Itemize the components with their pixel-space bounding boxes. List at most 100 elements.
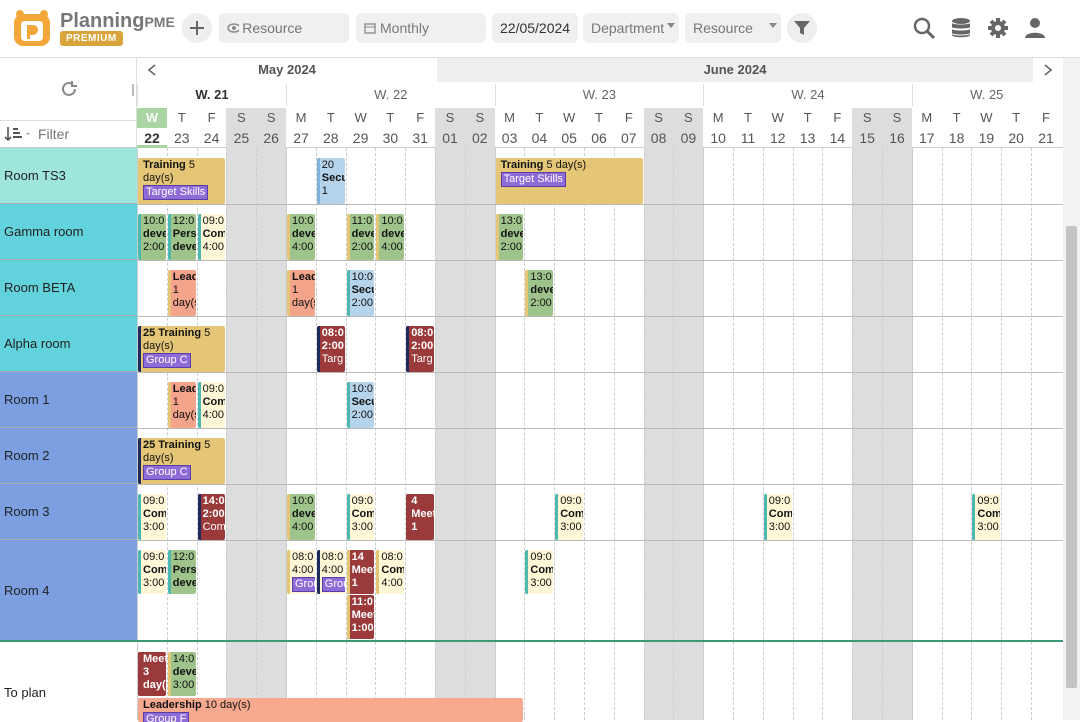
task-block[interactable]: 10:0deve4:00 [287, 214, 315, 260]
day-number[interactable]: 21 [1031, 128, 1061, 148]
task-block[interactable]: 14:02:00Com [198, 494, 226, 540]
search-button[interactable] [908, 12, 940, 44]
day-number[interactable]: 05 [554, 128, 584, 148]
task-block[interactable]: 10:0deve2:00 [138, 214, 166, 260]
task-block[interactable]: 08:02:00Targ [406, 326, 434, 372]
resource-row-label[interactable]: Room 4 [0, 540, 137, 642]
task-block[interactable]: 09:0Com3:00 [764, 494, 792, 540]
task-block[interactable]: 08:04:00Grou [317, 550, 345, 594]
day-number[interactable]: 10 [703, 128, 733, 148]
resource-row-label[interactable]: Alpha room [0, 316, 137, 372]
resource-row-label[interactable]: Room TS3 [0, 148, 137, 204]
day-number[interactable]: 17 [912, 128, 942, 148]
day-number[interactable]: 19 [971, 128, 1001, 148]
settings-button[interactable] [982, 12, 1014, 44]
task-block[interactable]: 14:0deve3:00 [168, 652, 196, 696]
day-number[interactable]: 22 [137, 128, 167, 148]
day-number[interactable]: 31 [405, 128, 435, 148]
day-number[interactable]: 25 [226, 128, 256, 148]
task-block[interactable]: Lead1day(s [287, 270, 315, 316]
task-block[interactable]: Meet3day(s [138, 652, 166, 696]
day-number[interactable]: 24 [197, 128, 227, 148]
task-block[interactable]: 09:0Com3:00 [138, 550, 166, 594]
resource-filter[interactable]: Resource [685, 13, 781, 43]
task-block[interactable]: Training 5 day(s)Target Skills [496, 158, 643, 204]
task-block[interactable]: 25 Training 5day(s)Group C [138, 326, 225, 372]
resource-row-label[interactable]: To plan [0, 642, 137, 720]
task-block[interactable]: Lead1day(s [168, 270, 196, 316]
user-button[interactable] [1019, 12, 1051, 44]
task-block[interactable]: 10:0deve4:00 [376, 214, 404, 260]
task-block[interactable]: Leadership 10 day(s)Group F [138, 698, 523, 722]
resource-search-field[interactable] [219, 13, 349, 43]
day-number[interactable]: 01 [435, 128, 465, 148]
day-number[interactable]: 07 [614, 128, 644, 148]
task-block[interactable]: 10:0Secu2:00 [347, 382, 375, 428]
day-number[interactable]: 02 [465, 128, 495, 148]
day-number[interactable]: 11 [733, 128, 763, 148]
task-block[interactable]: 08:0Com4:00 [376, 550, 404, 594]
day-number[interactable]: 27 [286, 128, 316, 148]
task-block[interactable]: 11:0deve2:00 [347, 214, 375, 260]
task-block[interactable]: 14Meet1 [347, 550, 375, 594]
task-block[interactable]: 12:0Persdeve [168, 214, 196, 260]
database-button[interactable] [945, 12, 977, 44]
calendar-grid[interactable]: Training 5day(s)Target Skills 20Secu1 Trai… [137, 148, 1063, 720]
task-block[interactable]: 13:0deve2:00 [525, 270, 553, 316]
add-button[interactable] [182, 13, 212, 43]
day-number[interactable]: 03 [495, 128, 525, 148]
task-block[interactable]: 09:0Com3:00 [347, 494, 375, 540]
resource-search-input[interactable] [242, 20, 349, 36]
task-block[interactable]: 25 Training 5day(s)Group C [138, 438, 225, 484]
filter-button[interactable] [787, 13, 817, 43]
task-block[interactable]: 09:0Com3:00 [525, 550, 553, 594]
filter-input[interactable] [38, 126, 133, 142]
day-number[interactable]: 18 [942, 128, 972, 148]
day-number[interactable]: 23 [167, 128, 197, 148]
view-select[interactable]: Monthly [356, 13, 486, 43]
task-block[interactable]: 11:0Meet1:00 [347, 595, 375, 639]
resource-row-label[interactable]: Room 1 [0, 372, 137, 428]
scrollbar-thumb[interactable] [1066, 226, 1077, 688]
vertical-scrollbar[interactable] [1063, 58, 1080, 720]
day-number[interactable]: 28 [316, 128, 346, 148]
resize-handle[interactable] [132, 84, 134, 96]
sort-icon[interactable] [4, 126, 32, 142]
day-number[interactable]: 16 [882, 128, 912, 148]
task-block[interactable]: 09:0Com3:00 [138, 494, 166, 540]
day-number[interactable]: 20 [1001, 128, 1031, 148]
department-filter[interactable]: Department [583, 13, 679, 43]
next-month-button[interactable] [1033, 58, 1063, 82]
task-block[interactable]: 20Secu1 [317, 158, 345, 204]
day-number[interactable]: 08 [644, 128, 674, 148]
prev-month-button[interactable] [137, 58, 167, 82]
task-block[interactable]: 09:0Com3:00 [555, 494, 583, 540]
day-number[interactable]: 13 [793, 128, 823, 148]
resource-row-label[interactable]: Room 3 [0, 484, 137, 540]
task-block[interactable]: 09:0Com4:00 [198, 214, 226, 260]
task-block[interactable]: 4Meet1 [406, 494, 434, 540]
day-number[interactable]: 29 [346, 128, 376, 148]
refresh-icon[interactable] [60, 80, 78, 98]
day-number[interactable]: 09 [673, 128, 703, 148]
task-block[interactable]: 09:0Com3:00 [972, 494, 1000, 540]
task-block[interactable]: 12:0Persdeve [168, 550, 196, 594]
resource-row-label[interactable]: Room BETA [0, 260, 137, 316]
task-block[interactable]: 10:0Secu2:00 [347, 270, 375, 316]
day-number[interactable]: 30 [375, 128, 405, 148]
day-number[interactable]: 06 [584, 128, 614, 148]
task-block[interactable]: Training 5day(s)Target Skills [138, 158, 225, 204]
task-block[interactable]: 13:0deve2:00 [496, 214, 524, 260]
day-number[interactable]: 26 [256, 128, 286, 148]
task-block[interactable]: 08:04:00Grou [287, 550, 315, 594]
date-field[interactable]: 22/05/2024 [492, 13, 578, 43]
task-block[interactable]: 08:02:00Targ [317, 326, 345, 372]
resource-row-label[interactable]: Room 2 [0, 428, 137, 484]
day-number[interactable]: 14 [822, 128, 852, 148]
task-block[interactable]: 10:0deve4:00 [287, 494, 315, 540]
task-block[interactable]: 09:0Com4:00 [198, 382, 226, 428]
day-number[interactable]: 15 [852, 128, 882, 148]
day-number[interactable]: 04 [524, 128, 554, 148]
day-number[interactable]: 12 [763, 128, 793, 148]
resource-row-label[interactable]: Gamma room [0, 204, 137, 260]
